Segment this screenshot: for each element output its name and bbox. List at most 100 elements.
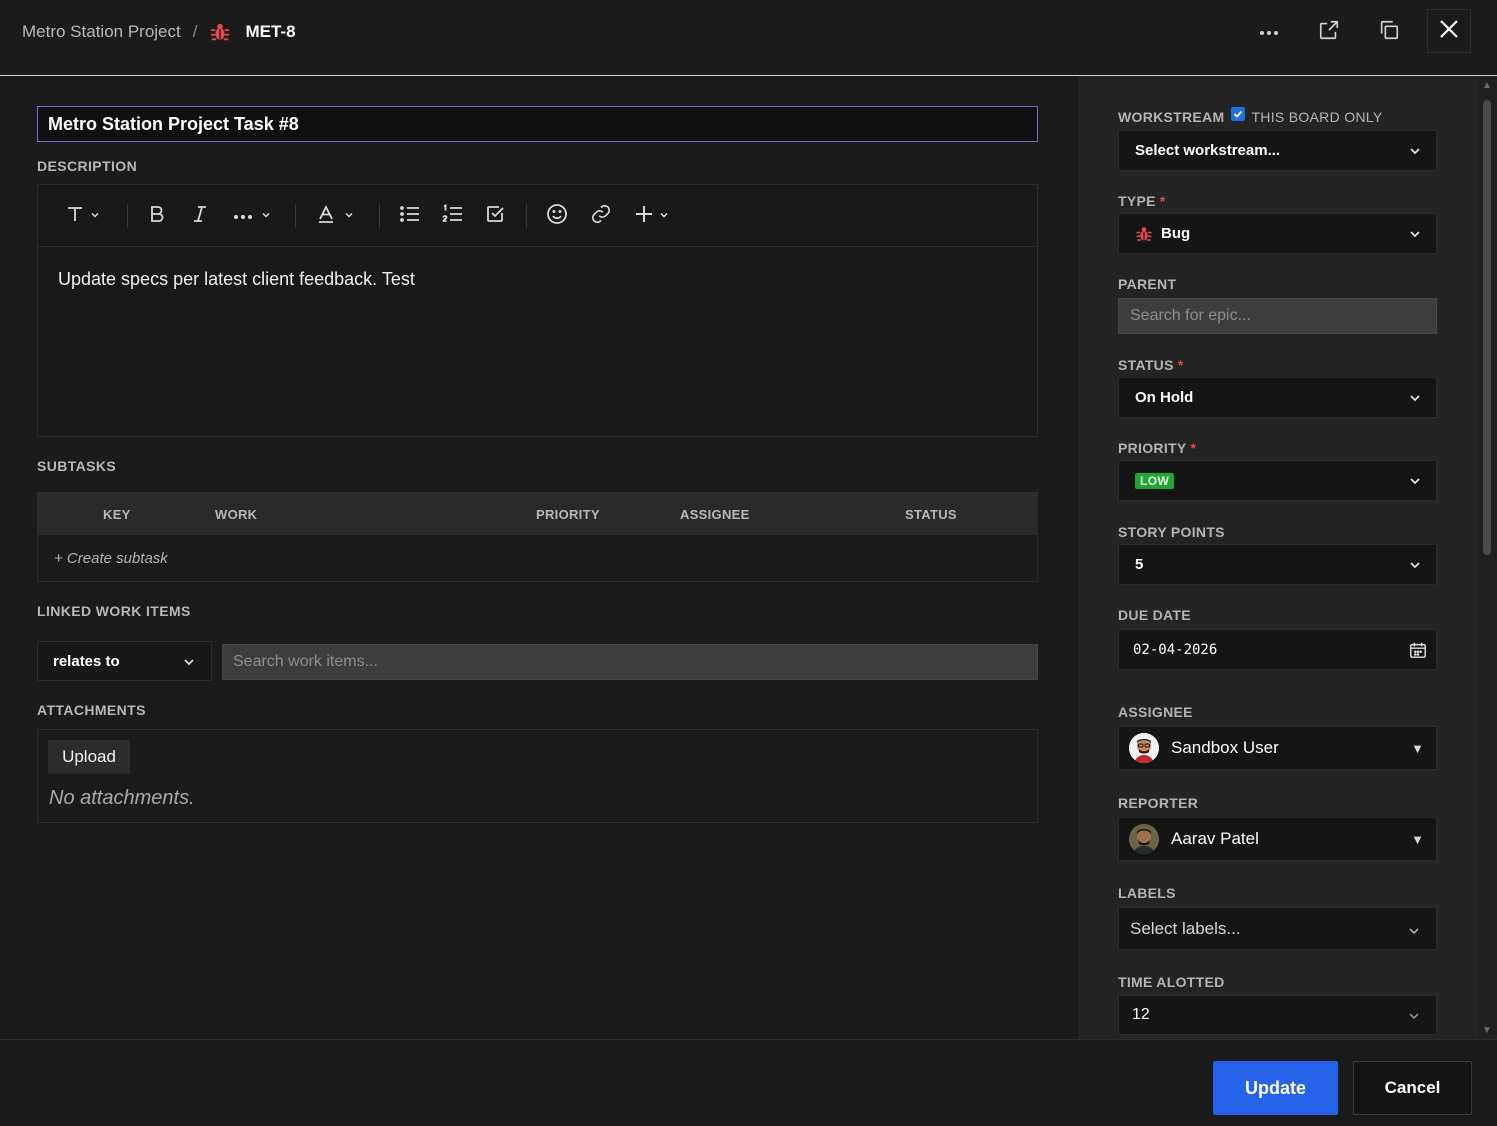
emoji-icon bbox=[546, 203, 568, 230]
chevron-down-icon bbox=[659, 207, 669, 225]
checklist-button[interactable] bbox=[485, 201, 505, 231]
modal-footer: Update Cancel bbox=[0, 1039, 1497, 1126]
status-label: STATUS * bbox=[1118, 357, 1183, 373]
create-subtask-link[interactable]: + Create subtask bbox=[54, 550, 168, 567]
time-alotted-select[interactable]: 12 bbox=[1118, 995, 1437, 1035]
cancel-button[interactable]: Cancel bbox=[1353, 1061, 1472, 1115]
description-label: DESCRIPTION bbox=[37, 158, 138, 174]
scrollbar-thumb[interactable] bbox=[1483, 100, 1491, 555]
link-button[interactable] bbox=[590, 201, 612, 231]
details-sidebar: WORKSTREAM THIS BOARD ONLY Select workst… bbox=[1078, 76, 1479, 1040]
external-link-icon bbox=[1318, 19, 1340, 46]
reporter-select[interactable]: Aarav Patel ▼ bbox=[1118, 817, 1437, 861]
scroll-down-icon[interactable]: ▼ bbox=[1482, 1025, 1492, 1036]
labels-value: Select labels... bbox=[1130, 918, 1241, 938]
editor-toolbar bbox=[38, 185, 1037, 247]
calendar-icon[interactable] bbox=[1409, 641, 1427, 663]
status-select[interactable]: On Hold bbox=[1118, 377, 1437, 418]
italic-button[interactable] bbox=[190, 201, 210, 231]
text-color-icon bbox=[316, 204, 336, 229]
due-date-value: 02-04-2026 bbox=[1133, 641, 1218, 658]
column-header-work: WORK bbox=[215, 507, 258, 522]
insert-button[interactable] bbox=[635, 201, 669, 231]
description-editor: Update specs per latest client feedback.… bbox=[37, 184, 1038, 437]
due-date-label: DUE DATE bbox=[1118, 607, 1191, 623]
bullet-list-icon bbox=[399, 204, 421, 229]
scroll-up-icon[interactable]: ▲ bbox=[1482, 80, 1492, 91]
parent-search-input[interactable]: Search for epic... bbox=[1118, 298, 1437, 334]
issue-key[interactable]: MET-8 bbox=[245, 22, 295, 42]
more-icon bbox=[1259, 23, 1279, 41]
link-relation-value: relates to bbox=[53, 652, 120, 670]
title-input[interactable]: Metro Station Project Task #8 bbox=[37, 106, 1038, 142]
reporter-value: Aarav Patel bbox=[1171, 829, 1259, 848]
text-style-button[interactable] bbox=[65, 201, 100, 231]
type-label: TYPE * bbox=[1118, 193, 1166, 209]
priority-select[interactable]: LOW bbox=[1118, 460, 1437, 501]
subtasks-table: KEY WORK PRIORITY ASSIGNEE STATUS + Crea… bbox=[37, 492, 1038, 582]
workstream-select[interactable]: Select workstream... bbox=[1118, 130, 1437, 171]
numbered-list-button[interactable] bbox=[442, 201, 464, 231]
priority-label-text: PRIORITY bbox=[1118, 440, 1187, 456]
assignee-label: ASSIGNEE bbox=[1118, 704, 1193, 720]
board-only-checkbox[interactable] bbox=[1231, 107, 1246, 121]
more-options-button[interactable] bbox=[1251, 14, 1287, 50]
emoji-button[interactable] bbox=[546, 201, 568, 231]
linked-items-label: LINKED WORK ITEMS bbox=[37, 603, 191, 619]
priority-label: PRIORITY * bbox=[1118, 440, 1196, 456]
description-text[interactable]: Update specs per latest client feedback.… bbox=[58, 269, 415, 290]
breadcrumb-project[interactable]: Metro Station Project bbox=[22, 22, 181, 42]
modal-header: Metro Station Project / MET-8 bbox=[0, 0, 1497, 76]
story-points-label: STORY POINTS bbox=[1118, 524, 1225, 540]
parent-label: PARENT bbox=[1118, 276, 1177, 292]
assignee-select[interactable]: Sandbox User ▼ bbox=[1118, 726, 1437, 770]
sidebar-scrollbar[interactable]: ▲ ▼ bbox=[1479, 76, 1497, 1040]
no-attachments-text: No attachments. bbox=[49, 787, 195, 809]
text-color-button[interactable] bbox=[316, 201, 354, 231]
type-label-text: TYPE bbox=[1118, 193, 1156, 209]
status-label-text: STATUS bbox=[1118, 357, 1174, 373]
column-header-priority: PRIORITY bbox=[536, 507, 600, 522]
close-button[interactable] bbox=[1427, 9, 1471, 53]
bug-icon bbox=[209, 21, 231, 43]
bold-button[interactable] bbox=[147, 201, 167, 231]
open-external-button[interactable] bbox=[1311, 14, 1347, 50]
checkbox-icon bbox=[485, 204, 505, 229]
toolbar-divider bbox=[127, 204, 128, 228]
caret-down-icon: ▼ bbox=[1411, 741, 1424, 756]
update-button[interactable]: Update bbox=[1213, 1061, 1338, 1115]
more-icon bbox=[233, 207, 253, 225]
chevron-down-icon bbox=[1408, 558, 1422, 572]
time-alotted-value: 12 bbox=[1132, 1006, 1150, 1023]
priority-badge: LOW bbox=[1135, 472, 1175, 489]
chevron-down-icon bbox=[1408, 922, 1422, 936]
breadcrumb: Metro Station Project / MET-8 bbox=[22, 20, 296, 44]
chevron-down-icon bbox=[1408, 391, 1422, 405]
search-work-items-input[interactable]: Search work items... bbox=[222, 644, 1038, 680]
more-formatting-button[interactable] bbox=[233, 201, 271, 231]
workstream-value: Select workstream... bbox=[1135, 142, 1281, 159]
chevron-down-icon bbox=[1408, 227, 1422, 241]
reporter-label: REPORTER bbox=[1118, 795, 1199, 811]
attachments-label: ATTACHMENTS bbox=[37, 702, 146, 718]
labels-select[interactable]: Select labels... bbox=[1118, 907, 1437, 950]
copy-button[interactable] bbox=[1371, 14, 1407, 50]
required-mark: * bbox=[1159, 193, 1166, 209]
bullet-list-button[interactable] bbox=[399, 201, 421, 231]
avatar bbox=[1129, 733, 1159, 763]
assignee-value: Sandbox User bbox=[1171, 738, 1279, 757]
story-points-select[interactable]: 5 bbox=[1118, 544, 1437, 585]
due-date-input[interactable]: 02-04-2026 bbox=[1118, 629, 1437, 670]
plus-icon bbox=[635, 205, 653, 228]
required-mark: * bbox=[1177, 357, 1184, 373]
toolbar-divider bbox=[295, 204, 296, 228]
type-select[interactable]: Bug bbox=[1118, 213, 1437, 254]
upload-button[interactable]: Upload bbox=[48, 740, 130, 774]
numbered-list-icon bbox=[442, 203, 464, 229]
workstream-label-text: WORKSTREAM bbox=[1118, 109, 1225, 125]
link-relation-select[interactable]: relates to bbox=[37, 641, 212, 681]
text-style-icon bbox=[65, 204, 85, 229]
copy-icon bbox=[1378, 19, 1400, 46]
link-icon bbox=[590, 203, 612, 230]
close-icon bbox=[1439, 19, 1459, 44]
